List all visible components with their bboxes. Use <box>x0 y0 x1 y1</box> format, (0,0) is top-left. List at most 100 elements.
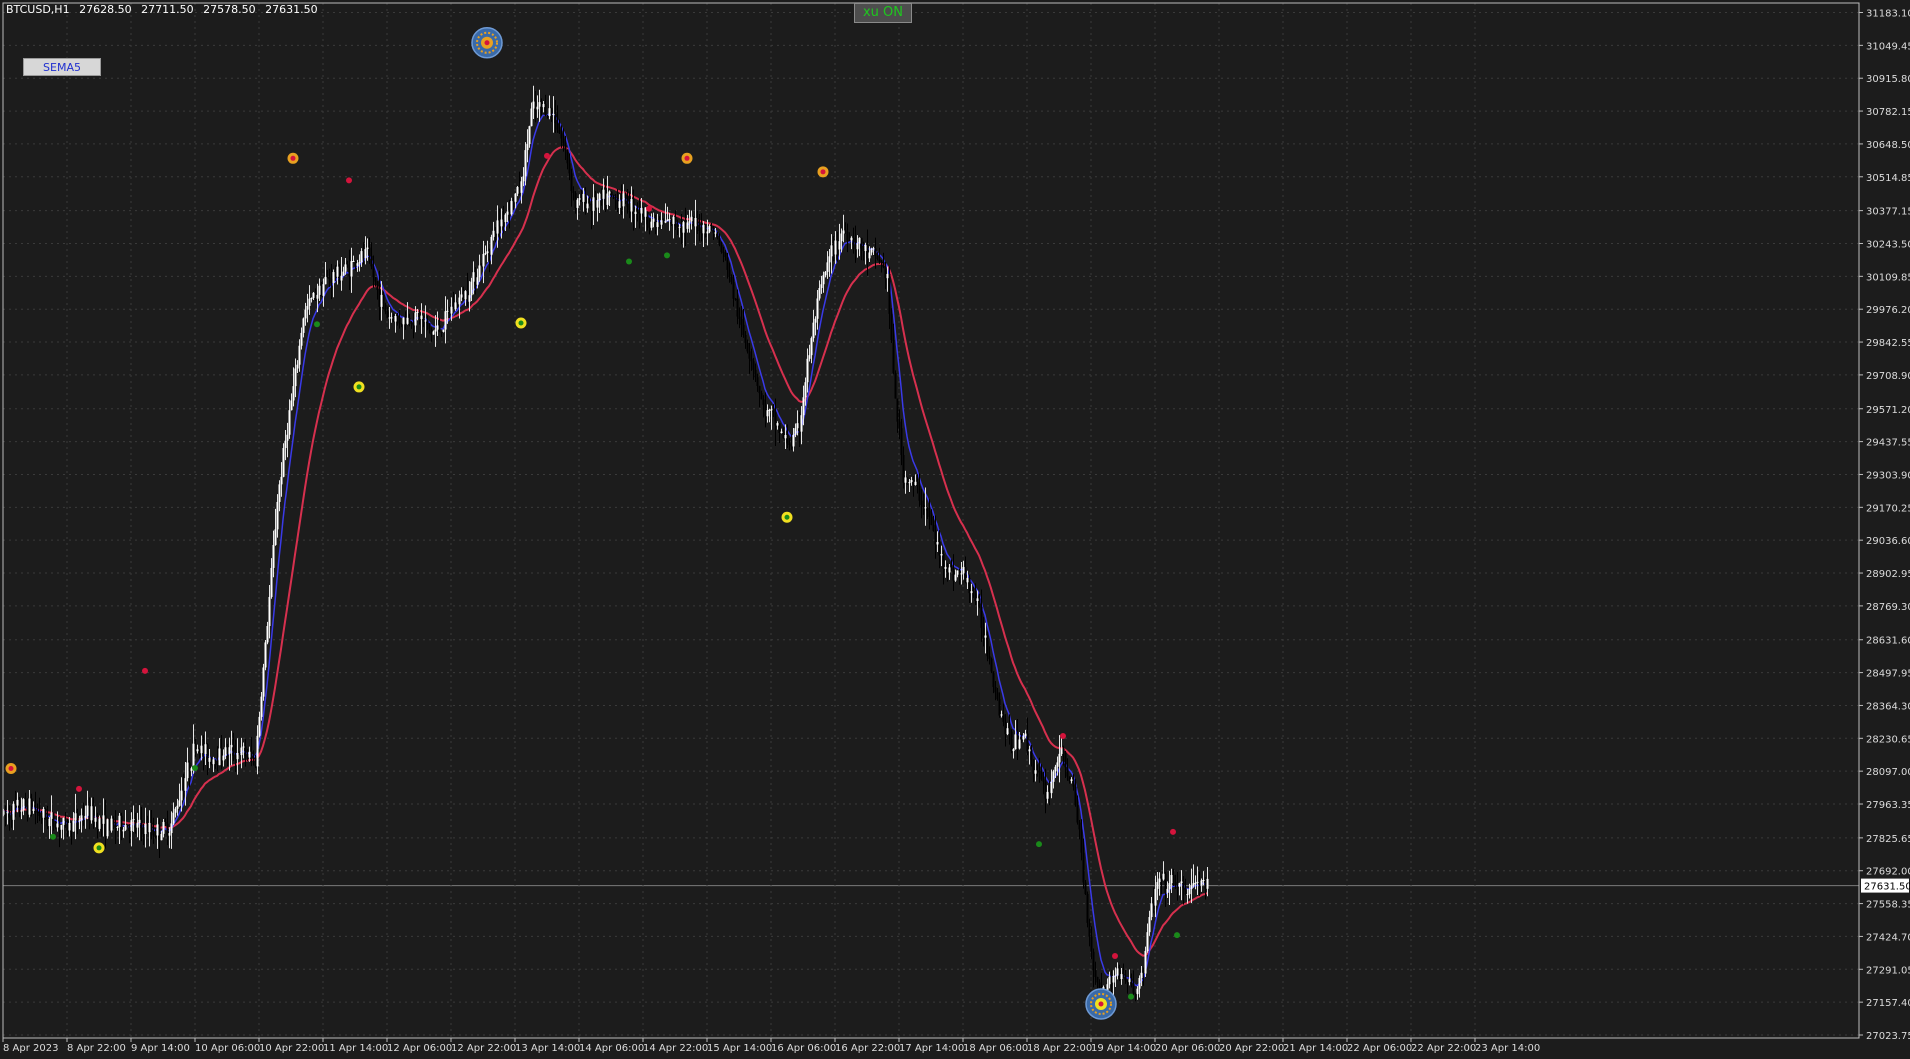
candle-body <box>80 815 83 821</box>
candle-body <box>1010 731 1013 752</box>
candle-body <box>680 226 683 233</box>
candle-body <box>682 222 685 233</box>
candle-body <box>668 219 671 221</box>
candle-body <box>1084 882 1087 895</box>
candle-body <box>528 126 531 145</box>
candle-body <box>134 819 137 828</box>
candle-body <box>942 553 945 569</box>
candle-body <box>50 812 53 819</box>
candle-body <box>980 606 983 628</box>
candle-body <box>674 216 677 226</box>
candle-body <box>106 819 109 837</box>
candle-body <box>498 220 501 227</box>
candle-body <box>660 220 663 225</box>
candle-body <box>772 409 775 412</box>
candle-body <box>596 200 599 208</box>
sema5-button[interactable]: SEMA5 <box>23 58 101 76</box>
candle-body <box>1112 976 1115 983</box>
candle-body <box>156 824 159 836</box>
marker-center <box>784 514 790 520</box>
candle-body <box>274 529 277 545</box>
candle-body <box>1118 968 1121 980</box>
candle-body <box>1160 878 1163 880</box>
candle-body <box>344 264 347 272</box>
candle-body <box>1078 822 1081 830</box>
candle-body <box>1126 980 1129 983</box>
candle-body <box>854 244 857 250</box>
candle-body <box>420 315 423 320</box>
candle-body <box>1146 932 1149 951</box>
candle-body <box>124 825 127 830</box>
candle-body <box>1190 885 1193 889</box>
candle-body <box>836 240 839 250</box>
candle-body <box>860 237 863 249</box>
candle-body <box>222 755 225 761</box>
candle-body <box>704 224 707 234</box>
candle-body <box>812 322 815 339</box>
time-tick-label: 11 Apr 14:00 <box>323 1043 388 1054</box>
candle-body <box>256 735 259 767</box>
price-tick-label: 28364.30 <box>1866 701 1910 712</box>
time-tick-label: 9 Apr 14:00 <box>131 1043 190 1054</box>
candle-body <box>282 448 285 477</box>
candle-body <box>800 415 803 432</box>
candle-body <box>440 331 443 333</box>
candle-body <box>1032 759 1035 774</box>
minor-bottom-dot <box>1128 993 1134 1000</box>
candle-body <box>1002 714 1005 722</box>
candle-body <box>1132 983 1135 993</box>
candle-body <box>158 824 161 841</box>
price-chart[interactable]: 31183.10 31049.45 30915.80 30782.15 30648.50… <box>0 0 1910 1059</box>
candle-body <box>4 811 7 814</box>
candle-body <box>482 253 485 267</box>
candle-body <box>162 821 165 834</box>
candle-body <box>906 477 909 483</box>
time-tick-label: 14 Apr 06:00 <box>579 1043 644 1054</box>
minor-bottom-dot <box>50 833 56 840</box>
candle-body <box>732 281 735 299</box>
candle-body <box>918 486 921 501</box>
candle-body <box>1008 728 1011 732</box>
time-tick-label: 8 Apr 2023 <box>3 1043 58 1054</box>
candle-body <box>32 808 35 811</box>
minor-top-dot <box>646 205 652 212</box>
candle-body <box>422 315 425 321</box>
candle-body <box>390 317 393 319</box>
candle-body <box>164 821 167 824</box>
candle-body <box>714 232 717 234</box>
candle-body <box>146 824 149 833</box>
candle-body <box>54 826 57 828</box>
candle-body <box>864 245 867 252</box>
candle-body <box>306 305 309 310</box>
candle-body <box>1022 736 1025 740</box>
candle-body <box>224 747 227 756</box>
candle-body <box>258 716 261 736</box>
candle-body <box>16 799 19 806</box>
candle-body <box>868 252 871 259</box>
candle-body <box>846 231 849 241</box>
candle-body <box>262 667 265 697</box>
candle-body <box>70 822 73 832</box>
candle-body <box>526 144 529 151</box>
candle-body <box>1142 972 1145 974</box>
minor-bottom-dot <box>626 258 632 265</box>
candle-body <box>632 199 635 214</box>
candle-body <box>1050 781 1053 794</box>
xu-toggle-button[interactable]: xu ON <box>854 3 912 23</box>
candle-body <box>234 755 237 760</box>
candle-body <box>320 285 323 296</box>
candle-body <box>1140 972 1143 978</box>
candle-body <box>876 256 879 260</box>
candle-body <box>818 288 821 299</box>
candle-body <box>1188 888 1191 895</box>
candle-body <box>286 434 289 441</box>
candle-body <box>86 805 89 816</box>
candle-body <box>68 822 71 831</box>
price-tick-label: 27157.40 <box>1866 998 1910 1009</box>
candle-body <box>484 253 487 255</box>
candle-body <box>824 271 827 276</box>
candle-body <box>416 311 419 313</box>
candle-body <box>754 369 757 378</box>
candle-body <box>928 510 931 517</box>
candle-body <box>1120 974 1123 980</box>
